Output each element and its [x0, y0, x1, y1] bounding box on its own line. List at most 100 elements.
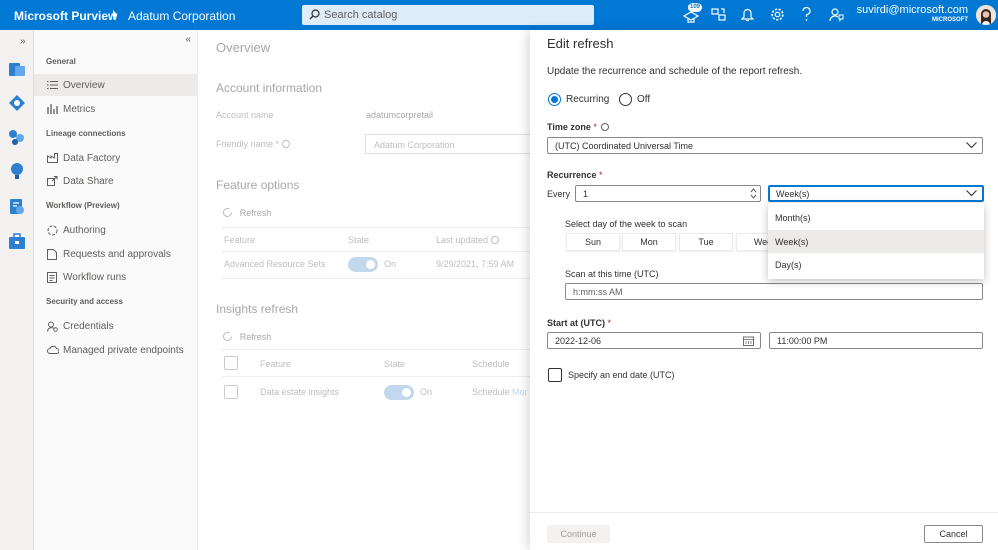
- sidebar-item-requests[interactable]: Requests and approvals: [34, 243, 198, 265]
- sidebar-item-label: Data Factory: [63, 153, 121, 164]
- directory-switch-icon[interactable]: [711, 7, 726, 22]
- scan-time-label: Scan at this time (UTC): [565, 269, 659, 279]
- policy-icon[interactable]: [8, 198, 26, 216]
- start-time-value: 11:00:00 PM: [777, 336, 828, 346]
- edit-refresh-panel: Edit refresh Update the recurrence and s…: [530, 30, 998, 550]
- day-button-mon[interactable]: Mon: [622, 233, 676, 251]
- nav-section-general: General: [46, 57, 76, 66]
- app-name[interactable]: Microsoft Purview: [14, 9, 117, 23]
- sidebar-item-label: Authoring: [63, 225, 106, 236]
- every-label: Every: [547, 189, 571, 199]
- stepper-icon[interactable]: [750, 187, 757, 200]
- timezone-label: Time zone *: [547, 122, 610, 132]
- chevron-right-icon: [112, 10, 118, 19]
- search-placeholder: Search catalog: [324, 9, 398, 21]
- data-estate-icon[interactable]: [8, 128, 26, 146]
- scan-time-placeholder: h:mm:ss AM: [573, 287, 623, 297]
- tenant-name[interactable]: Adatum Corporation: [128, 9, 235, 23]
- radio-off[interactable]: [619, 93, 632, 106]
- radio-recurring[interactable]: [548, 93, 561, 106]
- side-nav: « General Overview Metrics Lineage conne…: [34, 30, 198, 550]
- day-button-tue[interactable]: Tue: [679, 233, 733, 251]
- recurrence-unit-options: Month(s) Week(s) Day(s): [768, 203, 984, 279]
- radio-off-label: Off: [637, 94, 651, 105]
- chevron-down-icon: [966, 190, 977, 197]
- icon-rail: »: [0, 30, 34, 550]
- option-weeks[interactable]: Week(s): [768, 230, 984, 253]
- expand-rail-icon[interactable]: »: [20, 36, 26, 47]
- sidebar-item-label: Overview: [63, 80, 105, 91]
- option-months[interactable]: Month(s): [768, 206, 984, 229]
- sidebar-item-credentials[interactable]: Credentials: [34, 315, 198, 337]
- document-icon: [47, 249, 57, 260]
- authoring-icon: [47, 225, 58, 236]
- nav-section-lineage: Lineage connections: [46, 129, 126, 138]
- every-number-input[interactable]: 1: [575, 185, 761, 202]
- insights-icon[interactable]: [8, 162, 26, 180]
- end-date-checkbox[interactable]: [548, 368, 562, 382]
- collapse-nav-icon[interactable]: «: [185, 34, 191, 45]
- sidebar-item-authoring[interactable]: Authoring: [34, 219, 198, 241]
- gear-icon[interactable]: [770, 7, 785, 22]
- sidebar-item-label: Managed private endpoints: [63, 345, 184, 356]
- chevron-down-icon: [966, 142, 977, 149]
- cancel-button[interactable]: Cancel: [924, 525, 983, 543]
- bell-icon[interactable]: [741, 7, 754, 22]
- sidebar-item-label: Metrics: [63, 104, 96, 115]
- recurrence-unit-value: Week(s): [776, 189, 810, 199]
- recurrence-label: Recurrence *: [547, 170, 603, 180]
- sidebar-item-data-share[interactable]: Data Share: [34, 170, 198, 192]
- option-days[interactable]: Day(s): [768, 253, 984, 276]
- panel-overlay: [198, 30, 530, 550]
- recurrence-unit-dropdown[interactable]: Week(s): [768, 185, 984, 202]
- user-email: suvirdi@microsoft.com: [856, 4, 968, 16]
- management-icon[interactable]: [8, 233, 26, 251]
- panel-description: Update the recurrence and schedule of th…: [547, 66, 803, 77]
- user-account[interactable]: suvirdi@microsoft.com MICROSOFT: [857, 4, 968, 23]
- radio-recurring-label: Recurring: [566, 94, 610, 105]
- list-icon: [47, 80, 58, 90]
- notification-badge: 109: [688, 3, 703, 12]
- start-date-input[interactable]: 2022-12-06: [547, 332, 761, 349]
- every-value: 1: [583, 189, 589, 199]
- sidebar-item-label: Credentials: [63, 321, 114, 332]
- feedback-icon[interactable]: [829, 7, 844, 22]
- sidebar-item-workflow-runs[interactable]: Workflow runs: [34, 266, 198, 288]
- panel-footer: Continue Cancel: [530, 512, 998, 550]
- end-date-label: Specify an end date (UTC): [568, 370, 675, 380]
- nav-section-workflow: Workflow (Preview): [46, 201, 120, 210]
- timezone-dropdown[interactable]: (UTC) Coordinated Universal Time: [547, 137, 983, 154]
- day-select-label: Select day of the week to scan: [565, 219, 688, 229]
- day-button-sun[interactable]: Sun: [566, 233, 620, 251]
- sidebar-item-label: Data Share: [63, 176, 114, 187]
- search-box[interactable]: Search catalog: [302, 5, 594, 25]
- sidebar-item-private-endpoints[interactable]: Managed private endpoints: [34, 339, 198, 361]
- share-icon: [47, 176, 58, 186]
- continue-button[interactable]: Continue: [547, 525, 610, 543]
- help-icon[interactable]: [801, 7, 812, 22]
- credentials-icon: [47, 321, 58, 332]
- sidebar-item-data-factory[interactable]: Data Factory: [34, 147, 198, 169]
- search-icon: [309, 9, 320, 20]
- data-map-icon[interactable]: [8, 60, 26, 78]
- runs-icon: [47, 272, 57, 283]
- sidebar-item-overview[interactable]: Overview: [34, 74, 198, 96]
- sidebar-item-label: Requests and approvals: [63, 249, 171, 260]
- start-time-input[interactable]: 11:00:00 PM: [769, 332, 983, 349]
- sidebar-item-metrics[interactable]: Metrics: [34, 98, 198, 120]
- start-at-label: Start at (UTC) *: [547, 318, 612, 328]
- info-icon: [601, 123, 610, 131]
- avatar[interactable]: [976, 5, 996, 25]
- data-catalog-icon[interactable]: [8, 94, 26, 112]
- scan-time-input[interactable]: h:mm:ss AM: [565, 283, 983, 300]
- top-bar: Microsoft Purview Adatum Corporation Sea…: [0, 0, 998, 30]
- bar-chart-icon: [47, 104, 58, 114]
- cloud-icon: [47, 345, 59, 354]
- start-date-value: 2022-12-06: [555, 336, 602, 346]
- factory-icon: [47, 153, 58, 163]
- timezone-value: (UTC) Coordinated Universal Time: [555, 141, 694, 151]
- calendar-icon[interactable]: [743, 336, 754, 346]
- panel-title: Edit refresh: [547, 36, 614, 51]
- nav-section-security: Security and access: [46, 297, 123, 306]
- sidebar-item-label: Workflow runs: [63, 272, 127, 283]
